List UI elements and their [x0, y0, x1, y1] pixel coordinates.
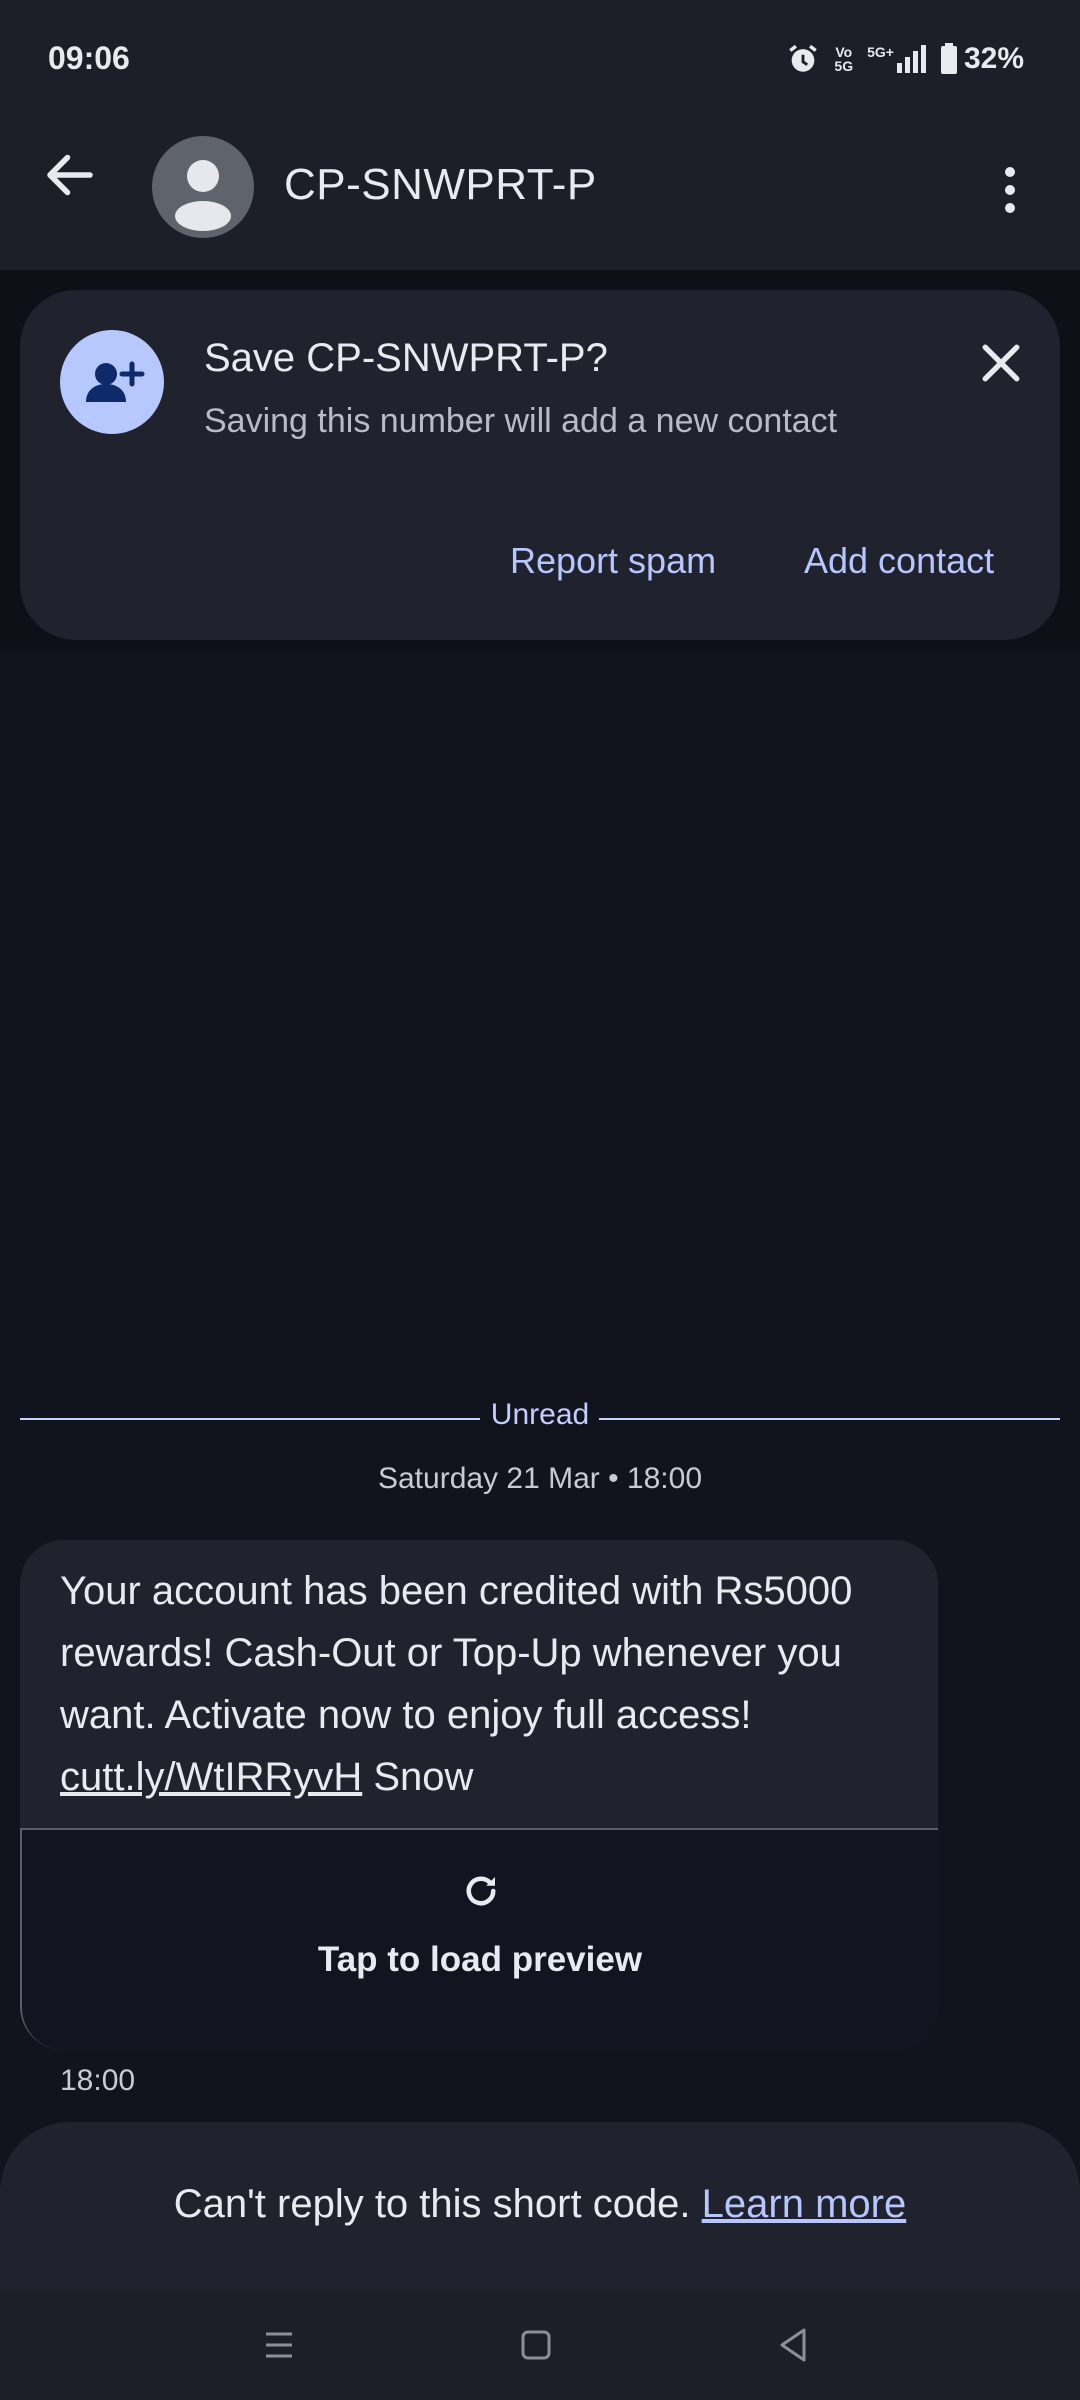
volte-icon: Vo 5G — [834, 44, 854, 74]
back-arrow-icon[interactable] — [40, 145, 100, 205]
more-vert-icon[interactable] — [990, 160, 1030, 220]
status-clock: 09:06 — [48, 40, 130, 76]
battery-indicator: 32% — [940, 42, 1024, 76]
refresh-icon — [466, 1876, 496, 1906]
avatar[interactable] — [152, 136, 254, 238]
message-date: Saturday 21 Mar • 18:00 — [377, 1462, 703, 1495]
banner-subtitle: Saving this number will add a new contac… — [204, 402, 838, 440]
preview-label: Tap to load preview — [317, 1940, 643, 1979]
person-add-icon — [86, 361, 145, 402]
person-add-badge — [60, 330, 164, 434]
signal-icon: 5G+ — [867, 45, 926, 73]
unread-label: Unread — [0, 1398, 1080, 1432]
home-icon[interactable] — [511, 2320, 561, 2370]
alarm-icon — [789, 44, 818, 72]
battery-percent: 32% — [963, 42, 1024, 75]
link-preview[interactable]: Tap to load preview — [20, 1828, 938, 2050]
message-bubble[interactable]: Your account has been credited with Rs50… — [20, 1540, 938, 2050]
status-icons: Vo 5G 5G+ 32% — [786, 42, 1024, 76]
message-text: Your account has been credited with Rs50… — [60, 1569, 853, 1799]
banner-title: Save CP-SNWPRT-P? — [204, 336, 608, 380]
add-contact-button[interactable]: Add contact — [804, 540, 994, 582]
message-time: 18:00 — [60, 2064, 136, 2097]
reply-notice: Can't reply to this short code. Learn mo… — [173, 2182, 907, 2226]
battery-icon — [940, 43, 957, 74]
conversation-title[interactable]: CP-SNWPRT-P — [284, 160, 597, 210]
message-link[interactable]: cutt.ly/WtIRRyvH — [60, 1755, 362, 1799]
back-icon[interactable] — [768, 2320, 818, 2370]
reply-bar: Can't reply to this short code. Learn mo… — [0, 2122, 1080, 2292]
avatar-person-icon — [175, 160, 231, 231]
close-icon[interactable] — [974, 336, 1028, 390]
recents-icon[interactable] — [254, 2320, 304, 2370]
learn-more-link[interactable]: Learn more — [702, 2182, 907, 2226]
report-spam-button[interactable]: Report spam — [510, 540, 716, 582]
